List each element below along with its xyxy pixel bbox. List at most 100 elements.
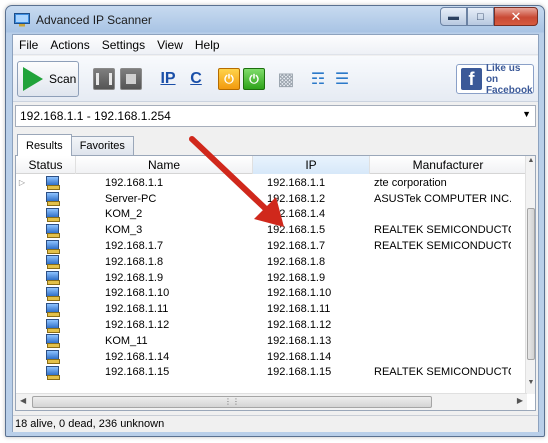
computer-status-icon: [45, 302, 60, 317]
facebook-line-1: Like us on: [485, 62, 521, 85]
status-cell: [28, 318, 76, 333]
close-button[interactable]: ✕: [494, 7, 538, 26]
ip-cell: 192.168.1.15: [267, 366, 332, 379]
window-title: Advanced IP Scanner: [36, 13, 152, 27]
minimize-button[interactable]: ▬: [440, 7, 467, 26]
expand-icon[interactable]: ▷: [16, 178, 28, 187]
power-orange-icon[interactable]: ⏻: [218, 68, 240, 90]
app-icon: [14, 13, 30, 27]
menu-view[interactable]: View: [151, 38, 189, 52]
computer-status-icon: [45, 286, 60, 301]
vertical-scrollbar[interactable]: ▲ ▼: [525, 156, 535, 394]
facebook-line-2: Facebook: [485, 84, 533, 96]
client-area: File Actions Settings View Help Scan IP …: [12, 34, 539, 432]
stop-button[interactable]: [120, 68, 142, 90]
menu-bar: File Actions Settings View Help: [13, 35, 538, 55]
column-name[interactable]: Name: [76, 156, 253, 174]
status-cell: [28, 192, 76, 207]
tab-favorites[interactable]: Favorites: [70, 136, 134, 156]
table-row[interactable]: 192.168.1.10 192.168.1.10: [16, 286, 527, 302]
ip-cell: 192.168.1.14: [267, 350, 332, 363]
name-cell: Server-PC: [105, 192, 157, 205]
ip-cell: 192.168.1.13: [267, 334, 332, 347]
scroll-down-icon[interactable]: ▼: [526, 379, 535, 393]
ip-subnet-button[interactable]: IP: [157, 68, 179, 90]
name-cell: KOM_2: [105, 208, 143, 221]
name-cell: 192.168.1.7: [105, 240, 164, 253]
table-row[interactable]: 192.168.1.15 192.168.1.15 REALTEK SEMICOND…: [16, 365, 527, 381]
name-cell: 192.168.1.1: [105, 176, 164, 189]
table-row[interactable]: Server-PC 192.168.1.2 ASUSTek COMPUTER INC…: [16, 191, 527, 207]
maximize-icon: □: [477, 10, 484, 23]
menu-actions[interactable]: Actions: [44, 38, 95, 52]
menu-file[interactable]: File: [13, 38, 44, 52]
power-green-icon[interactable]: ⏻: [243, 68, 265, 90]
scroll-up-icon[interactable]: ▲: [526, 157, 535, 171]
table-row[interactable]: KOM_2 192.168.1.4: [16, 207, 527, 223]
scan-button[interactable]: Scan: [17, 61, 79, 97]
status-cell: [28, 302, 76, 317]
scan-label: Scan: [49, 72, 77, 86]
computer-status-icon: [45, 223, 60, 238]
manufacturer-cell: REALTEK SEMICONDUCTO: [374, 240, 511, 253]
chevron-down-icon[interactable]: ▼: [522, 109, 531, 119]
horizontal-scrollbar[interactable]: ◀ ⋮⋮ ▶: [16, 393, 527, 410]
status-cell: [28, 286, 76, 301]
facebook-icon: f: [461, 68, 482, 90]
tab-bar: Results Favorites: [17, 134, 134, 156]
computer-status-icon: [45, 207, 60, 222]
menu-help[interactable]: Help: [189, 38, 226, 52]
name-cell: 192.168.1.8: [105, 255, 164, 268]
facebook-button[interactable]: f Like us on Facebook: [456, 63, 534, 96]
vertical-scroll-thumb[interactable]: [527, 208, 535, 360]
status-cell: [28, 350, 76, 365]
table-row[interactable]: 192.168.1.12 192.168.1.12: [16, 317, 527, 333]
table-row[interactable]: ▷ 192.168.1.1 192.168.1.1 zte corporation: [16, 175, 527, 191]
column-status[interactable]: Status: [16, 156, 76, 174]
computer-status-icon: [45, 255, 60, 270]
maximize-button[interactable]: □: [467, 7, 494, 26]
computer-icon[interactable]: ▩: [275, 68, 297, 90]
title-bar[interactable]: Advanced IP Scanner ▬ □ ✕: [6, 6, 544, 34]
facebook-text: Like us on Facebook: [486, 63, 533, 96]
horizontal-scroll-thumb[interactable]: ⋮⋮: [32, 396, 432, 408]
name-cell: KOM_11: [105, 334, 148, 347]
table-row[interactable]: KOM_3 192.168.1.5 REALTEK SEMICONDUCTO: [16, 222, 527, 238]
app-window: Advanced IP Scanner ▬ □ ✕ File Actions S…: [5, 5, 545, 437]
pause-button[interactable]: [93, 68, 115, 90]
window-controls: ▬ □ ✕: [440, 7, 538, 26]
tree-view-icon[interactable]: ☶: [307, 68, 329, 90]
ip-range-input[interactable]: 192.168.1.1 - 192.168.1.254 ▼: [15, 105, 536, 127]
manufacturer-cell: zte corporation: [374, 176, 447, 189]
manufacturer-cell: REALTEK SEMICONDUCTO: [374, 366, 511, 379]
ip-cell: 192.168.1.10: [267, 287, 332, 300]
scroll-right-icon[interactable]: ▶: [517, 396, 523, 405]
ip-cell: 192.168.1.11: [267, 303, 331, 316]
computer-status-icon: [45, 350, 60, 365]
name-cell: KOM_3: [105, 224, 143, 237]
name-cell: 192.168.1.15: [105, 366, 170, 379]
table-row[interactable]: 192.168.1.11 192.168.1.11: [16, 301, 527, 317]
computer-status-icon: [45, 334, 60, 349]
scroll-left-icon[interactable]: ◀: [20, 396, 26, 405]
menu-settings[interactable]: Settings: [96, 38, 151, 52]
table-row[interactable]: KOM_11 192.168.1.13: [16, 333, 527, 349]
table-row[interactable]: 192.168.1.9 192.168.1.9: [16, 270, 527, 286]
computer-status-icon: [45, 365, 60, 380]
list-view-icon[interactable]: ☰: [331, 68, 353, 90]
table-row[interactable]: 192.168.1.8 192.168.1.8: [16, 254, 527, 270]
tab-results[interactable]: Results: [17, 134, 72, 156]
minimize-icon: ▬: [448, 10, 459, 23]
table-row[interactable]: 192.168.1.7 192.168.1.7 REALTEK SEMICONDUC…: [16, 238, 527, 254]
class-c-button[interactable]: C: [185, 68, 207, 90]
ip-cell: 192.168.1.8: [267, 255, 326, 268]
manufacturer-cell: ASUSTek COMPUTER INC.: [374, 192, 511, 205]
status-cell: [28, 365, 76, 380]
column-ip[interactable]: ⌃ IP: [253, 156, 370, 174]
table-row[interactable]: 192.168.1.14 192.168.1.14: [16, 349, 527, 365]
column-manufacturer[interactable]: Manufacturer: [370, 156, 527, 174]
sort-arrow-icon: ⌃: [307, 155, 315, 162]
ip-cell: 192.168.1.7: [267, 240, 326, 253]
status-cell: [28, 271, 76, 286]
table-header: Status Name ⌃ IP Manufacturer: [16, 156, 527, 174]
